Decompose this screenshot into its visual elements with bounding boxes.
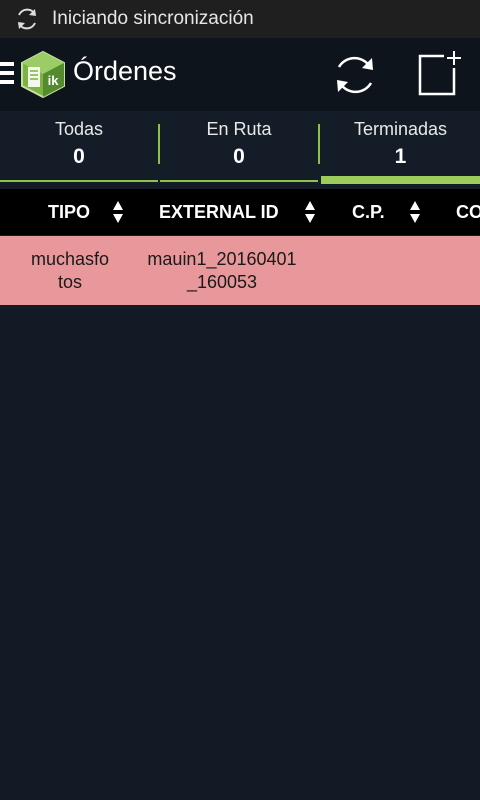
cell-external-id-line2: _160053 <box>186 272 258 292</box>
table-header: TIPO EXTERNAL ID C.P. CO <box>0 189 480 235</box>
tab-label: Terminadas <box>353 119 448 139</box>
tab-selected-indicator <box>321 176 480 184</box>
tab-count: 0 <box>73 145 85 168</box>
cell-tipo-line2: tos <box>57 272 82 292</box>
column-header-external-id[interactable]: EXTERNAL ID <box>159 189 279 235</box>
cell-external-id-line1: mauin1_20160401 <box>147 249 297 269</box>
column-header-tipo[interactable]: TIPO <box>48 189 90 235</box>
tab-en-ruta[interactable]: En Ruta 0 <box>160 111 318 184</box>
sync-icon <box>18 8 36 30</box>
table-row[interactable]: muchasfo tos mauin1_20160401 _160053 <box>0 236 480 305</box>
sort-arrows-icon[interactable] <box>410 200 420 224</box>
tab-terminadas[interactable]: Terminadas 1 <box>321 111 480 184</box>
app-logo[interactable]: ik <box>20 50 66 98</box>
column-header-cp[interactable]: C.P. <box>352 189 385 235</box>
tab-count: 1 <box>394 145 407 168</box>
tab-label: Todas <box>54 119 104 139</box>
tab-divider <box>318 124 320 164</box>
new-document-icon[interactable] <box>414 50 464 100</box>
status-bar: Iniciando sincronización <box>0 0 480 38</box>
column-header-co[interactable]: CO <box>456 189 480 235</box>
order-tabs: Todas 0 En Ruta 0 Terminadas 1 <box>0 111 480 184</box>
cell-external-id: mauin1_20160401 _160053 <box>128 248 316 294</box>
cell-tipo-line1: muchasfo <box>30 249 110 269</box>
page-title: Órdenes <box>73 56 177 86</box>
tab-label: En Ruta <box>206 119 272 139</box>
tab-underline <box>0 180 158 182</box>
svg-text:ik: ik <box>48 73 60 88</box>
tab-underline <box>160 180 318 182</box>
tab-todas[interactable]: Todas 0 <box>0 111 158 184</box>
hamburger-menu-icon[interactable] <box>0 62 14 86</box>
cell-tipo: muchasfo tos <box>18 248 122 294</box>
tab-count: 0 <box>233 145 245 168</box>
status-text: Iniciando sincronización <box>52 8 254 29</box>
refresh-icon[interactable] <box>330 50 380 100</box>
sort-arrows-icon[interactable] <box>113 200 123 224</box>
action-bar: ik Órdenes <box>0 38 480 111</box>
sort-arrows-icon[interactable] <box>305 200 315 224</box>
